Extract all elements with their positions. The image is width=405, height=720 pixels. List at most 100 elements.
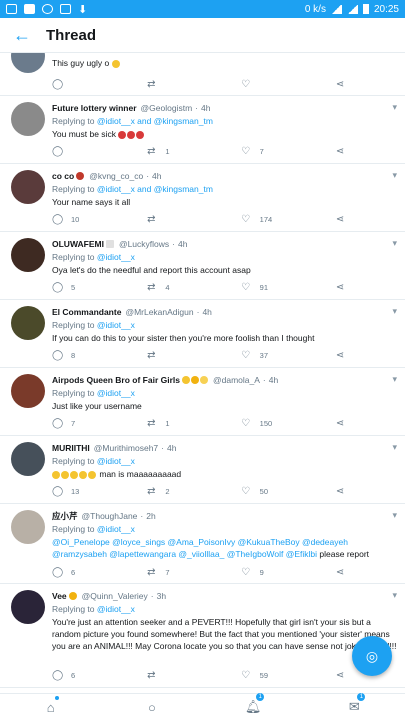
reply-button[interactable]: ◯ 13	[52, 486, 146, 497]
chevron-down-icon[interactable]: ▾	[392, 590, 397, 601]
share-button[interactable]: ⋖	[335, 486, 345, 497]
retweet-button[interactable]: ⇄ 7	[146, 567, 240, 578]
retweet-button[interactable]: ⇄ 2	[146, 486, 240, 497]
like-button[interactable]: ♡ 59	[241, 670, 335, 681]
tweet-text: man is maaaaaaaaad	[52, 468, 397, 480]
tweet-item[interactable]: Future lottery winner @Geologistm · 4h ▾…	[0, 96, 405, 164]
user-handle[interactable]: @Murithimoseh7	[94, 443, 158, 453]
reply-button[interactable]: ◯ 6	[52, 670, 146, 681]
tweet-item[interactable]: OLUWAFEMI @Luckyflows · 4h ▾ Replying to…	[0, 232, 405, 300]
like-button[interactable]: ♡ 91	[241, 282, 335, 293]
heart-icon: ♡	[241, 486, 251, 497]
like-button[interactable]: ♡	[241, 79, 335, 90]
user-handle[interactable]: @damola_A	[213, 375, 260, 385]
user-handle[interactable]: @Quinn_Valeriey	[82, 591, 148, 601]
user-handle[interactable]: @kvng_co_co	[89, 171, 143, 181]
reply-button[interactable]: ◯ 7	[52, 418, 146, 429]
share-button[interactable]: ⋖	[335, 418, 345, 429]
chevron-down-icon[interactable]: ▾	[392, 442, 397, 453]
tweet-item[interactable]: Airpods Queen Bro of Fair Girls @damola_…	[0, 368, 405, 436]
tweet-item[interactable]: This guy ugly o ◯ ⇄ ♡ ⋖	[0, 53, 405, 96]
display-name[interactable]: Future lottery winner	[52, 103, 137, 113]
avatar[interactable]	[11, 442, 45, 476]
retweet-button[interactable]: ⇄	[146, 214, 240, 225]
user-handle[interactable]: @MrLekanAdigun	[125, 307, 193, 317]
share-button[interactable]: ⋖	[335, 282, 345, 293]
tweet-item[interactable]: MURIITHI @Murithimoseh7 · 4h ▾ Replying …	[0, 436, 405, 504]
share-icon: ⋖	[335, 486, 345, 497]
new-content-dot	[54, 695, 59, 700]
angry-emoji-icon	[136, 130, 145, 139]
avatar[interactable]	[11, 306, 45, 340]
chevron-down-icon[interactable]: ▾	[392, 102, 397, 113]
tweet-item[interactable]: Vee @Quinn_Valeriey · 3h ▾ Replying to @…	[0, 584, 405, 688]
retweet-button[interactable]: ⇄	[146, 79, 240, 90]
display-name[interactable]: OLUWAFEMI	[52, 239, 104, 249]
tweet-actions: ◯ 10 ⇄ ♡ 174 ⋖	[52, 214, 345, 225]
share-button[interactable]: ⋖	[335, 567, 345, 578]
display-name[interactable]: Airpods Queen Bro of Fair Girls	[52, 375, 180, 385]
angry-emoji-icon	[127, 130, 136, 139]
share-button[interactable]: ⋖	[335, 214, 345, 225]
chevron-down-icon[interactable]: ▾	[392, 170, 397, 181]
display-name[interactable]: MURIITHI	[52, 443, 90, 453]
heart-icon: ♡	[241, 146, 251, 157]
nav-home[interactable]: ⌂	[36, 695, 66, 715]
reply-button[interactable]: ◯ 6	[52, 567, 146, 578]
user-handle[interactable]: @ThoughJane	[82, 511, 138, 521]
display-name[interactable]: El Commandante	[52, 307, 121, 317]
retweet-button[interactable]: ⇄ 1	[146, 146, 240, 157]
clock: 20:25	[373, 3, 399, 15]
tweet-time: 4h	[178, 239, 188, 249]
share-button[interactable]: ⋖	[335, 79, 345, 90]
display-name[interactable]: co co	[52, 171, 74, 181]
reply-button[interactable]: ◯ 10	[52, 214, 146, 225]
retweet-button[interactable]: ⇄	[146, 670, 240, 681]
like-button[interactable]: ♡ 7	[241, 146, 335, 157]
user-handle[interactable]: @Luckyflows	[119, 239, 169, 249]
chevron-down-icon[interactable]: ▾	[392, 374, 397, 385]
retweet-button[interactable]: ⇄ 4	[146, 282, 240, 293]
nav-notifications[interactable]: 🔔︎ 1	[238, 693, 268, 715]
tweet-item[interactable]: 应小芹 @ThoughJane · 2h ▾ Replying to @idio…	[0, 504, 405, 584]
retweet-button[interactable]: ⇄ 1	[146, 418, 240, 429]
chevron-down-icon[interactable]: ▾	[392, 510, 397, 521]
share-button[interactable]: ⋖	[335, 146, 345, 157]
avatar[interactable]	[11, 102, 45, 136]
reply-button[interactable]: ◯	[52, 79, 146, 90]
smile-emoji-icon	[182, 376, 190, 384]
crown-emoji-icon	[68, 592, 77, 600]
avatar[interactable]	[11, 590, 45, 624]
thread-feed[interactable]: This guy ugly o ◯ ⇄ ♡ ⋖ Future lottery w…	[0, 53, 405, 693]
chevron-down-icon[interactable]: ▾	[392, 238, 397, 249]
avatar[interactable]	[11, 170, 45, 204]
like-button[interactable]: ♡ 150	[241, 418, 335, 429]
compose-reply-button[interactable]: ◎	[352, 636, 392, 676]
reply-button[interactable]: ◯ 8	[52, 350, 146, 361]
user-handle[interactable]: @Geologistm	[141, 103, 193, 113]
like-button[interactable]: ♡ 9	[241, 567, 335, 578]
share-button[interactable]: ⋖	[335, 350, 345, 361]
tweet-item[interactable]: El Commandante @MrLekanAdigun · 4h ▾ Rep…	[0, 300, 405, 368]
tweet-item[interactable]: co co @kvng_co_co · 4h ▾ Replying to @id…	[0, 164, 405, 232]
tweet-time: 4h	[201, 103, 211, 113]
chevron-down-icon[interactable]: ▾	[392, 306, 397, 317]
display-name[interactable]: 应小芹	[52, 510, 78, 522]
back-arrow-icon[interactable]: ←	[8, 25, 36, 46]
avatar[interactable]	[11, 238, 45, 272]
replying-to: Replying to @idiot__x	[52, 604, 135, 614]
nav-messages[interactable]: ✉ 1	[339, 693, 369, 715]
display-name[interactable]: Vee	[52, 591, 67, 601]
like-button[interactable]: ♡ 174	[241, 214, 335, 225]
retweet-icon: ⇄	[147, 79, 156, 90]
retweet-button[interactable]: ⇄	[146, 350, 240, 361]
avatar[interactable]	[11, 510, 45, 544]
reply-button[interactable]: ◯	[52, 146, 146, 157]
avatar[interactable]	[11, 53, 45, 73]
reply-button[interactable]: ◯ 5	[52, 282, 146, 293]
like-button[interactable]: ♡ 50	[241, 486, 335, 497]
like-button[interactable]: ♡ 37	[241, 350, 335, 361]
nav-search[interactable]: ○	[137, 700, 167, 715]
share-button[interactable]: ⋖	[335, 670, 345, 681]
avatar[interactable]	[11, 374, 45, 408]
